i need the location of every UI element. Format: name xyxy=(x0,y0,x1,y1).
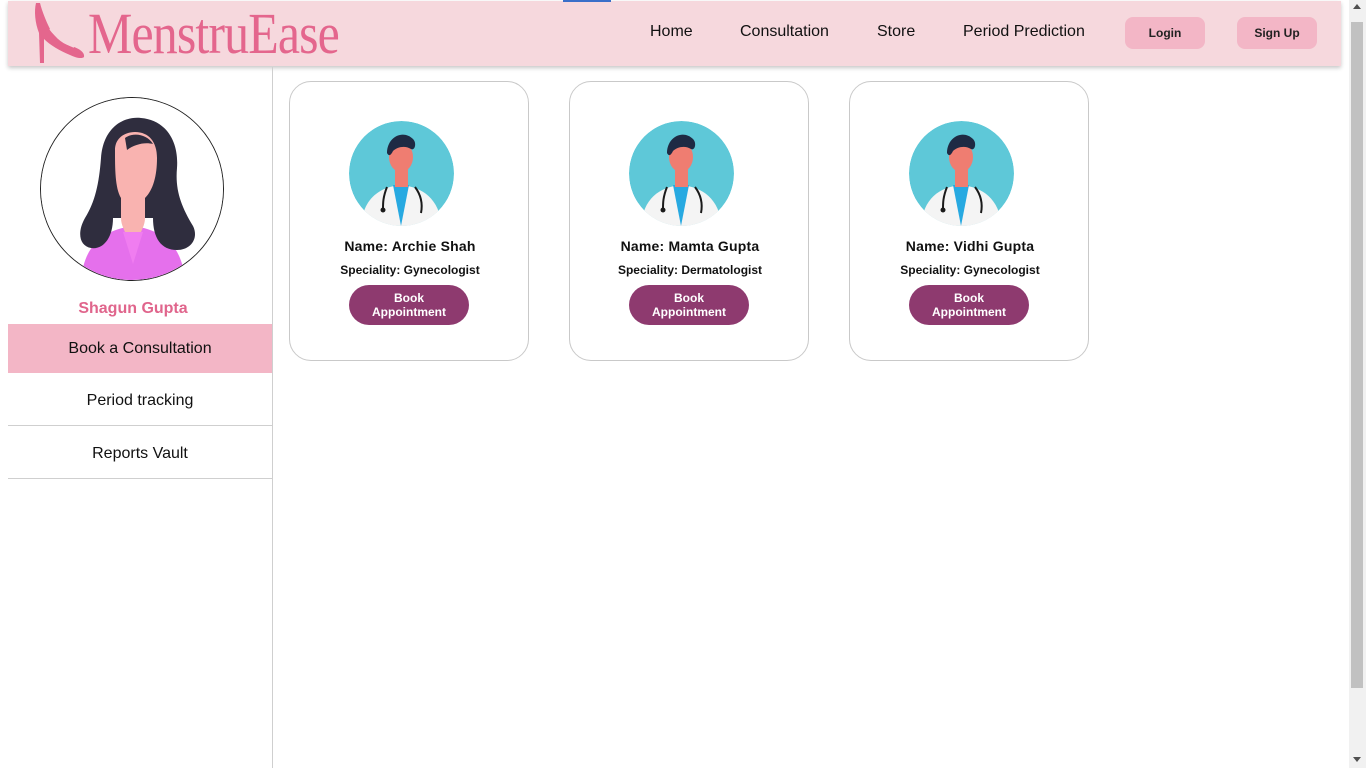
book-appointment-button[interactable]: Book Appointment xyxy=(349,285,469,325)
brand-name: MenstruEase xyxy=(88,0,340,66)
doctor-avatar xyxy=(349,121,454,226)
nav-period-prediction[interactable]: Period Prediction xyxy=(963,23,1085,41)
top-navbar: MenstruEase Home Consultation Store Peri… xyxy=(8,1,1341,66)
doctor-avatar xyxy=(629,121,734,226)
doctor-speciality: Speciality: Dermatologist xyxy=(570,263,810,277)
scroll-thumb[interactable] xyxy=(1351,22,1363,688)
login-button[interactable]: Login xyxy=(1125,17,1205,49)
doctor-icon xyxy=(629,121,734,226)
book-appointment-button[interactable]: Book Appointment xyxy=(909,285,1029,325)
doctor-name: Name: Mamta Gupta xyxy=(620,238,760,254)
page: MenstruEase Home Consultation Store Peri… xyxy=(0,0,1366,768)
nav-consultation[interactable]: Consultation xyxy=(740,23,829,41)
scroll-down-arrow-icon[interactable] xyxy=(1353,757,1361,762)
scroll-up-arrow-icon[interactable] xyxy=(1353,4,1361,9)
speciality-label: Speciality: xyxy=(340,263,401,277)
doctor-avatar xyxy=(909,121,1014,226)
doctor-card: Name: Mamta Gupta Speciality: Dermatolog… xyxy=(569,81,809,361)
doctor-card: Name: Archie Shah Speciality: Gynecologi… xyxy=(289,81,529,361)
signup-button[interactable]: Sign Up xyxy=(1237,17,1317,49)
speciality-label: Speciality: xyxy=(617,263,678,277)
doctor-name: Name: Vidhi Gupta xyxy=(905,238,1035,254)
speciality-value: Gynecologist xyxy=(403,263,480,277)
nav-home[interactable]: Home xyxy=(650,23,693,41)
speciality-value: Dermatologist xyxy=(681,263,763,277)
book-appointment-button[interactable]: Book Appointment xyxy=(629,285,749,325)
doctor-icon xyxy=(349,121,454,226)
doctor-speciality: Speciality: Gynecologist xyxy=(290,263,530,277)
woman-avatar-icon xyxy=(41,98,223,280)
nav-store[interactable]: Store xyxy=(877,23,915,41)
user-name: Shagun Gupta xyxy=(78,300,188,317)
sidebar: Shagun Gupta Book a Consultation Period … xyxy=(8,67,273,768)
doctor-speciality: Speciality: Gynecologist xyxy=(850,263,1090,277)
doctor-name: Name: Archie Shah xyxy=(344,238,476,254)
brand-logo[interactable]: MenstruEase xyxy=(30,1,380,66)
speciality-value: Gynecologist xyxy=(963,263,1040,277)
speciality-label: Speciality: xyxy=(900,263,961,277)
page-scrollbar[interactable] xyxy=(1349,0,1366,768)
high-heel-icon xyxy=(35,3,85,63)
sidebar-item-book-consultation[interactable]: Book a Consultation xyxy=(8,324,272,373)
sidebar-item-period-tracking[interactable]: Period tracking xyxy=(8,377,272,426)
doctor-card: Name: Vidhi Gupta Speciality: Gynecologi… xyxy=(849,81,1089,361)
sidebar-item-reports-vault[interactable]: Reports Vault xyxy=(8,430,272,479)
doctor-icon xyxy=(909,121,1014,226)
focus-indicator xyxy=(563,0,611,2)
user-avatar[interactable] xyxy=(40,97,224,281)
